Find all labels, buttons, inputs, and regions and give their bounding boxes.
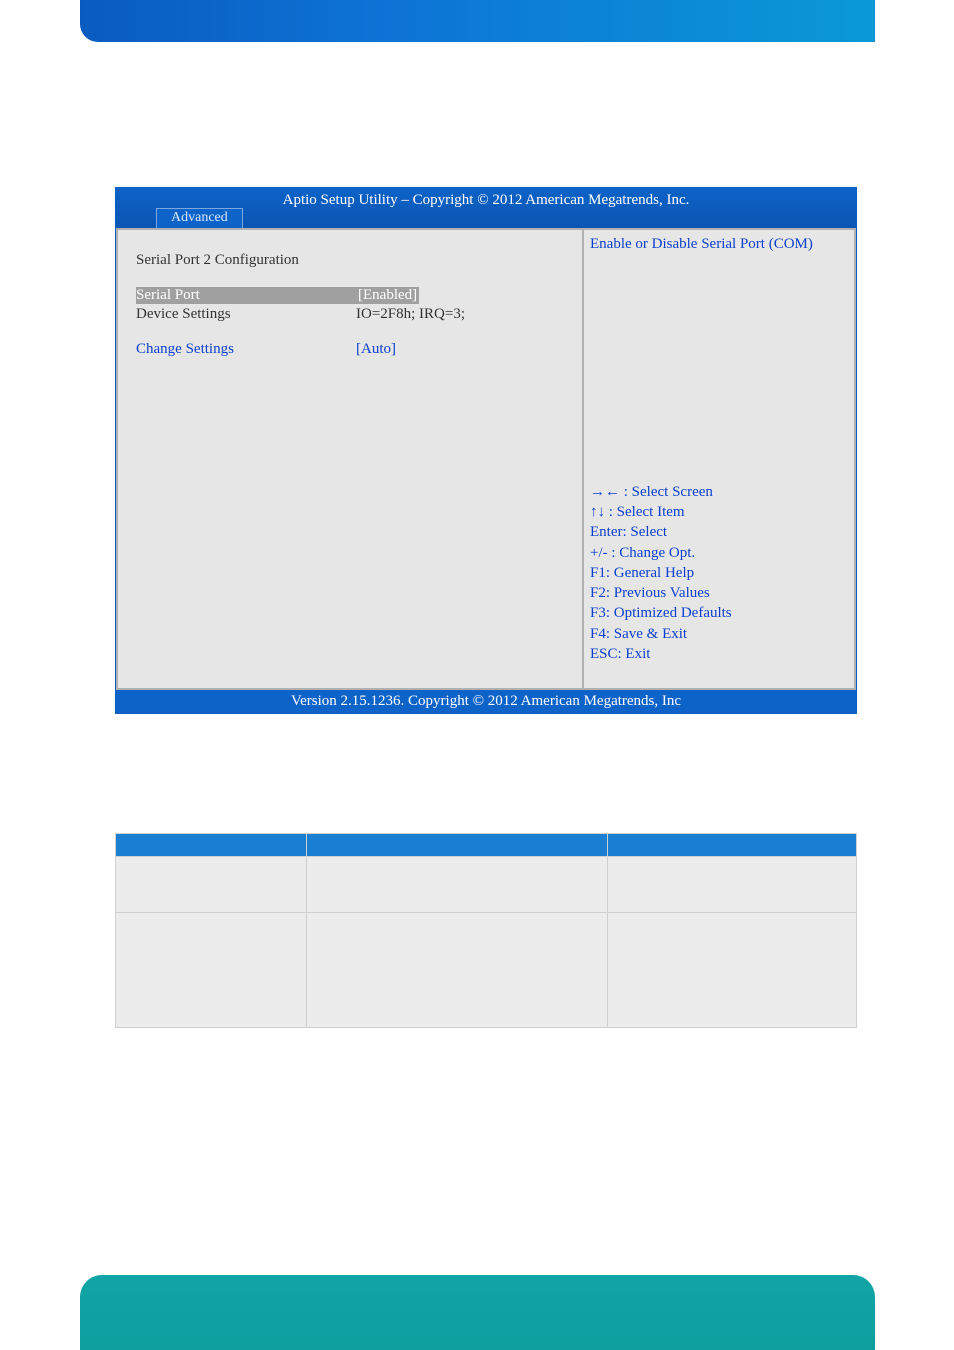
hotkey-select-screen: →← : Select Screen [590,482,848,502]
hotkey-select-item: ↑↓ : Select Item [590,502,848,522]
options-table-row-2 [116,913,857,1028]
options-table [115,833,857,1028]
device-settings-label: Device Settings [136,306,356,323]
bios-help-panel: Enable or Disable Serial Port (COM) →← :… [582,228,856,690]
bios-window: Aptio Setup Utility – Copyright © 2012 A… [115,187,857,714]
bios-titlebar: Aptio Setup Utility – Copyright © 2012 A… [116,188,856,228]
page-bottom-banner [80,1275,875,1350]
help-description: Enable or Disable Serial Port (COM) [584,230,854,478]
row-change-settings[interactable]: Change Settings [Auto] [136,341,568,358]
hotkey-change-opt: +/- : Change Opt. [590,543,848,563]
hotkey-esc: ESC: Exit [590,644,848,664]
hotkey-legend: →← : Select Screen ↑↓ : Select Item Ente… [584,478,854,688]
hotkey-f4: F4: Save & Exit [590,624,848,644]
serial-port-label: Serial Port [136,287,356,304]
change-settings-value[interactable]: [Auto] [356,341,396,358]
device-settings-value: IO=2F8h; IRQ=3; [356,306,465,323]
row-serial-port[interactable]: Serial Port [Enabled] [136,287,568,304]
serial-port-value[interactable]: [Enabled] [356,287,419,304]
row-device-settings: Device Settings IO=2F8h; IRQ=3; [136,306,568,323]
bios-version-footer: Version 2.15.1236. Copyright © 2012 Amer… [116,690,856,713]
section-heading: Serial Port 2 Configuration [136,252,568,269]
hotkey-f2: F2: Previous Values [590,583,848,603]
bios-main-panel: Serial Port 2 Configuration Serial Port … [116,228,582,690]
bios-title-text: Aptio Setup Utility – Copyright © 2012 A… [116,192,856,209]
options-table-row-1 [116,857,857,913]
page-top-banner [80,0,875,42]
tab-advanced[interactable]: Advanced [156,208,243,228]
hotkey-f3: F3: Optimized Defaults [590,603,848,623]
bios-body: Serial Port 2 Configuration Serial Port … [116,228,856,690]
options-table-header [116,834,857,857]
hotkey-f1: F1: General Help [590,563,848,583]
change-settings-label: Change Settings [136,341,356,358]
hotkey-enter: Enter: Select [590,522,848,542]
